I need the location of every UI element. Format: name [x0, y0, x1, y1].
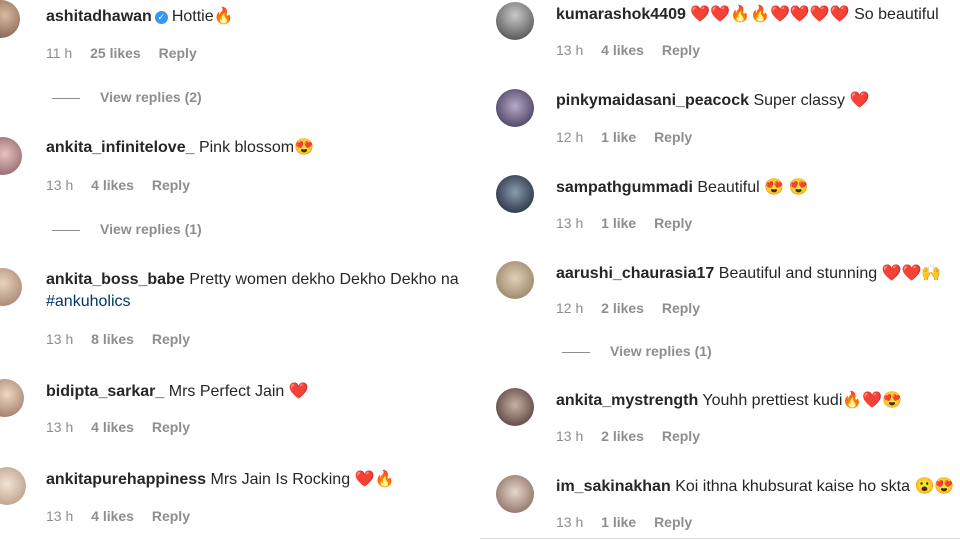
likes-count[interactable]: 8 likes	[91, 331, 134, 347]
reply-button[interactable]: Reply	[654, 129, 692, 145]
view-replies-line	[562, 351, 590, 353]
avatar[interactable]	[496, 89, 534, 127]
avatar[interactable]	[496, 475, 534, 513]
comment-time[interactable]: 13 h	[46, 419, 73, 435]
bottom-divider	[480, 538, 960, 539]
comment-text: Pretty women dekho Dekho Dekho na	[189, 271, 459, 288]
comment-text: Beautiful 😍 😍	[697, 179, 809, 196]
likes-count[interactable]: 1 like	[601, 215, 636, 231]
view-replies-line	[52, 229, 80, 231]
view-replies-button[interactable]: View replies (1)	[562, 343, 712, 359]
username[interactable]: ankita_infinitelove_	[46, 139, 195, 156]
reply-button[interactable]: Reply	[662, 300, 700, 316]
comment-text: Mrs Jain Is Rocking ❤️🔥	[210, 471, 395, 488]
likes-count[interactable]: 4 likes	[91, 508, 134, 524]
avatar[interactable]	[496, 2, 534, 40]
comment-text: Youhh prettiest kudi🔥❤️😍	[702, 392, 903, 409]
view-replies-line	[52, 97, 80, 99]
reply-button[interactable]: Reply	[662, 42, 700, 58]
comment-text: Beautiful and stunning ❤️❤️🙌	[718, 265, 942, 282]
username[interactable]: ankitapurehappiness	[46, 471, 206, 488]
likes-count[interactable]: 4 likes	[601, 42, 644, 58]
comment-text: Koi ithna khubsurat kaise ho skta 😮😍	[675, 478, 955, 495]
view-replies-label: View replies (2)	[100, 89, 202, 105]
username[interactable]: im_sakinakhan	[556, 478, 671, 495]
comment-time[interactable]: 13 h	[46, 177, 73, 193]
avatar[interactable]	[0, 379, 24, 417]
avatar[interactable]	[0, 137, 22, 175]
comment-time[interactable]: 11 h	[46, 45, 72, 61]
reply-button[interactable]: Reply	[654, 514, 692, 530]
username[interactable]: ankita_boss_babe	[46, 271, 185, 288]
reply-button[interactable]: Reply	[152, 177, 190, 193]
comment-time[interactable]: 13 h	[556, 215, 583, 231]
likes-count[interactable]: 4 likes	[91, 177, 134, 193]
username[interactable]: aarushi_chaurasia17	[556, 265, 714, 282]
likes-count[interactable]: 1 like	[601, 129, 636, 145]
verified-badge-icon: ✓	[154, 11, 168, 24]
comment-text: Pink blossom😍	[198, 139, 315, 156]
reply-button[interactable]: Reply	[159, 45, 197, 61]
view-replies-label: View replies (1)	[610, 343, 712, 359]
likes-count[interactable]: 2 likes	[601, 428, 644, 444]
comment-text: ❤️❤️🔥🔥❤️❤️❤️❤️ So beautiful	[690, 6, 939, 23]
comment-time[interactable]: 13 h	[556, 42, 583, 58]
hashtag-link[interactable]: #ankuholics	[46, 293, 131, 310]
view-replies-button[interactable]: View replies (2)	[52, 89, 202, 105]
username[interactable]: kumarashok4409	[556, 6, 686, 23]
avatar[interactable]	[0, 268, 22, 306]
likes-count[interactable]: 4 likes	[91, 419, 134, 435]
comment-time[interactable]: 13 h	[556, 514, 583, 530]
comment-time[interactable]: 13 h	[46, 508, 73, 524]
reply-button[interactable]: Reply	[152, 331, 190, 347]
avatar[interactable]	[496, 261, 534, 299]
likes-count[interactable]: 2 likes	[601, 300, 644, 316]
comment-time[interactable]: 13 h	[556, 428, 583, 444]
username[interactable]: pinkymaidasani_peacock	[556, 92, 749, 109]
username[interactable]: ankita_mystrength	[556, 392, 698, 409]
username[interactable]: ashitadhawan	[46, 8, 152, 25]
view-replies-button[interactable]: View replies (1)	[52, 221, 202, 237]
comment-text: Hottie🔥	[171, 8, 234, 25]
avatar[interactable]	[496, 175, 534, 213]
likes-count[interactable]: 1 like	[601, 514, 636, 530]
comment-time[interactable]: 12 h	[556, 300, 583, 316]
reply-button[interactable]: Reply	[654, 215, 692, 231]
likes-count[interactable]: 25 likes	[90, 45, 141, 61]
username[interactable]: bidipta_sarkar_	[46, 383, 164, 400]
comment-text: Mrs Perfect Jain ❤️	[168, 383, 309, 400]
comment-text: Super classy ❤️	[753, 92, 870, 109]
view-replies-label: View replies (1)	[100, 221, 202, 237]
avatar[interactable]	[0, 467, 26, 505]
comment-time[interactable]: 12 h	[556, 129, 583, 145]
reply-button[interactable]: Reply	[152, 508, 190, 524]
comment-time[interactable]: 13 h	[46, 331, 73, 347]
avatar[interactable]	[496, 388, 534, 426]
username[interactable]: sampathgummadi	[556, 179, 693, 196]
avatar[interactable]	[0, 0, 20, 38]
reply-button[interactable]: Reply	[662, 428, 700, 444]
reply-button[interactable]: Reply	[152, 419, 190, 435]
